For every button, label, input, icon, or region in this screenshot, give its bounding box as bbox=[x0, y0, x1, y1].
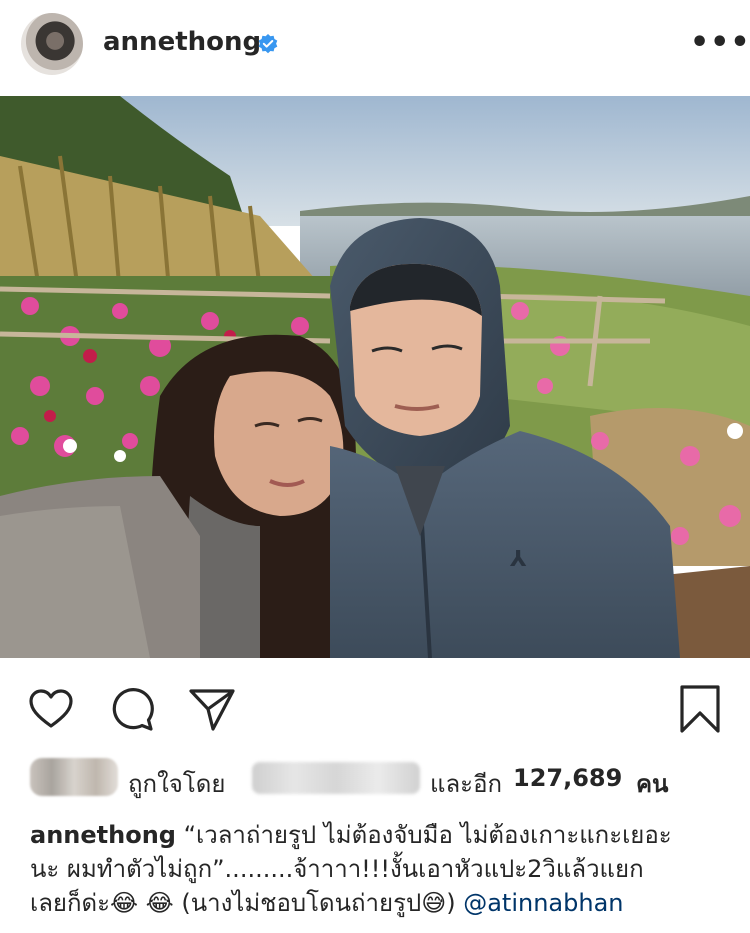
svg-text:⅄: ⅄ bbox=[509, 547, 527, 572]
post-photo[interactable]: ⅄ bbox=[0, 96, 750, 658]
post-username[interactable]: annethong bbox=[103, 27, 261, 57]
liker-avatars-blurred bbox=[30, 758, 118, 796]
action-bar bbox=[0, 658, 750, 748]
send-icon[interactable] bbox=[188, 685, 236, 733]
likes-row[interactable]: ถูกใจโดย และอีก 127,689 คน bbox=[30, 752, 730, 802]
post-header: annethong ••• bbox=[0, 0, 750, 96]
heart-icon[interactable] bbox=[27, 685, 75, 733]
selfie-photo: ⅄ bbox=[0, 96, 750, 658]
likes-unit: คน bbox=[636, 770, 669, 798]
avatar[interactable] bbox=[21, 13, 83, 75]
likes-prefix: ถูกใจโดย bbox=[128, 770, 226, 798]
caption-mention[interactable]: @atinnabhan bbox=[463, 889, 623, 917]
post-caption: annethong “เวลาถ่ายรูป ไม่ต้องจับมือ ไม่… bbox=[30, 818, 730, 920]
verified-badge-icon bbox=[258, 34, 278, 54]
caption-username[interactable]: annethong bbox=[30, 821, 176, 849]
caption-text-line1: “เวลาถ่ายรูป ไม่ต้องจับมือ ไม่ต้องเกาะแก… bbox=[183, 821, 672, 849]
likes-and-others: และอีก bbox=[430, 770, 503, 798]
more-options-icon[interactable]: ••• bbox=[690, 28, 750, 58]
likes-count[interactable]: 127,689 bbox=[513, 764, 622, 792]
caption-text-line2: นะ ผมทำตัวไม่ถูก”.........จ้าาาา!!!งั้นเ… bbox=[30, 855, 644, 883]
caption-text-line3: เลยก็ด่ะ😂 😂 (นางไม่ชอบโดนถ่ายรูป😅) bbox=[30, 889, 456, 917]
liker-name-blurred bbox=[252, 762, 420, 794]
comment-icon[interactable] bbox=[108, 685, 156, 733]
bookmark-icon[interactable] bbox=[676, 685, 724, 733]
